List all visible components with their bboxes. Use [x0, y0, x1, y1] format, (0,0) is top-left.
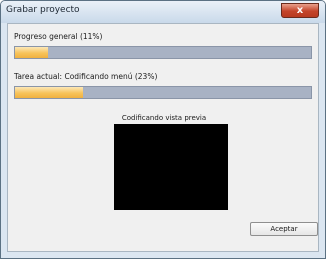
current-task-label: Tarea actual: Codificando menú (23%) — [14, 72, 158, 81]
title-bar: Grabar proyecto x — [1, 1, 325, 23]
overall-progress-label: Progreso general (11%) — [14, 32, 103, 41]
preview-title: Codificando vista previa — [121, 114, 207, 122]
close-icon: x — [296, 5, 304, 16]
accept-button[interactable]: Aceptar — [250, 222, 318, 236]
dialog-content: Progreso general (11%) Tarea actual: Cod… — [7, 23, 319, 252]
overall-progress-bar — [14, 46, 312, 59]
preview-area — [114, 124, 228, 210]
current-task-progress-bar — [14, 86, 312, 99]
overall-progress-fill — [15, 47, 48, 58]
current-task-progress-fill — [15, 87, 84, 98]
close-button[interactable]: x — [281, 3, 319, 18]
window-title: Grabar proyecto — [6, 5, 80, 15]
dialog-window: Grabar proyecto x Progreso general (11%)… — [0, 0, 326, 259]
